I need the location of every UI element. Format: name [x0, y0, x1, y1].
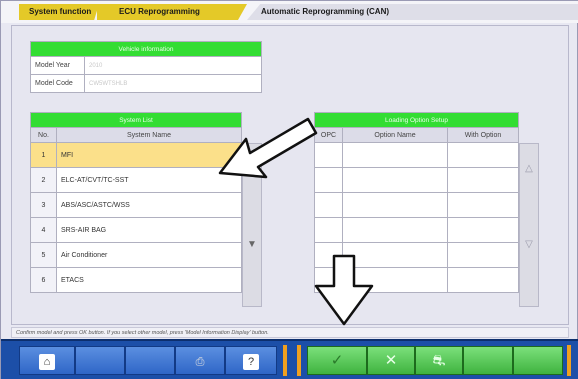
check-icon: ✓: [330, 352, 344, 369]
system-list-table: System List No. System Name 1 MFI 2 ELC-…: [30, 112, 242, 293]
col-option-name: Option Name: [342, 127, 448, 143]
vehicle-info-table: Vehicle information Model Year 2010 Mode…: [30, 41, 262, 93]
system-name: Air Conditioner: [56, 242, 242, 268]
system-row[interactable]: 5 Air Conditioner: [30, 242, 242, 268]
vehicle-button[interactable]: ⛐: [415, 346, 463, 375]
col-with-option: With Option: [447, 127, 519, 143]
home-button[interactable]: ⌂: [19, 346, 75, 375]
scroll-down-icon[interactable]: ▼: [243, 236, 261, 254]
model-year-value: 2010: [84, 56, 262, 75]
toolbar-blank-button[interactable]: [463, 346, 513, 375]
model-year-label: Model Year: [30, 56, 85, 75]
pointer-arrow-icon: [218, 117, 318, 179]
home-icon: ⌂: [39, 354, 55, 370]
system-row[interactable]: 2 ELC-AT/CVT/TC-SST: [30, 167, 242, 193]
option-row[interactable]: [314, 167, 519, 193]
app-window: System function ECU Reprogramming Automa…: [0, 0, 578, 379]
tab-ecu-reprogramming[interactable]: ECU Reprogramming: [97, 4, 247, 20]
system-row[interactable]: 4 SRS-AIR BAG: [30, 217, 242, 243]
vehicle-info-header: Vehicle information: [30, 41, 262, 57]
row-number: 6: [30, 267, 57, 293]
row-number: 1: [30, 142, 57, 168]
tab-automatic-reprogramming[interactable]: Automatic Reprogramming (CAN): [247, 4, 578, 20]
bottom-toolbar: ⌂ ⎙ ? ✓ ✕ ⛐: [1, 339, 578, 379]
system-row[interactable]: 6 ETACS: [30, 267, 242, 293]
col-no: No.: [30, 127, 57, 143]
car-icon: ⛐: [432, 352, 446, 369]
row-number: 2: [30, 167, 57, 193]
hint-bar: Confirm model and press OK button. If yo…: [11, 327, 569, 338]
ok-button[interactable]: ✓: [307, 346, 367, 375]
model-code-value: CW5WTSHLB: [84, 74, 262, 93]
row-number: 5: [30, 242, 57, 268]
toolbar-blank-button[interactable]: [125, 346, 175, 375]
scroll-down-icon[interactable]: ▽: [520, 236, 538, 254]
down-arrow-icon: [314, 254, 374, 326]
system-row[interactable]: 1 MFI: [30, 142, 242, 168]
system-name: ABS/ASC/ASTC/WSS: [56, 192, 242, 218]
option-setup-header: Loading Option Setup: [314, 112, 519, 128]
printer-icon: ⎙: [195, 356, 205, 368]
cross-icon: ✕: [384, 352, 398, 369]
toolbar-separator: [567, 345, 571, 376]
tab-system-function[interactable]: System function: [19, 4, 99, 20]
option-row[interactable]: [314, 217, 519, 243]
row-number: 3: [30, 192, 57, 218]
option-row[interactable]: [314, 142, 519, 168]
toolbar-blank-button[interactable]: [75, 346, 125, 375]
help-icon: ?: [243, 354, 259, 370]
row-number: 4: [30, 217, 57, 243]
system-list-header: System List: [30, 112, 242, 128]
toolbar-blank-button[interactable]: [513, 346, 563, 375]
option-row[interactable]: [314, 192, 519, 218]
option-setup-scrollbar[interactable]: △ ▽: [519, 143, 539, 307]
print-button[interactable]: ⎙: [175, 346, 225, 375]
scroll-up-icon[interactable]: △: [520, 160, 538, 178]
help-button[interactable]: ?: [225, 346, 277, 375]
system-name: ETACS: [56, 267, 242, 293]
toolbar-separator: [283, 345, 287, 376]
system-name: SRS-AIR BAG: [56, 217, 242, 243]
model-code-label: Model Code: [30, 74, 85, 93]
toolbar-separator: [297, 345, 301, 376]
tab-bar: System function ECU Reprogramming Automa…: [1, 1, 578, 23]
system-row[interactable]: 3 ABS/ASC/ASTC/WSS: [30, 192, 242, 218]
cancel-button[interactable]: ✕: [367, 346, 415, 375]
main-panel: Vehicle information Model Year 2010 Mode…: [11, 25, 569, 326]
